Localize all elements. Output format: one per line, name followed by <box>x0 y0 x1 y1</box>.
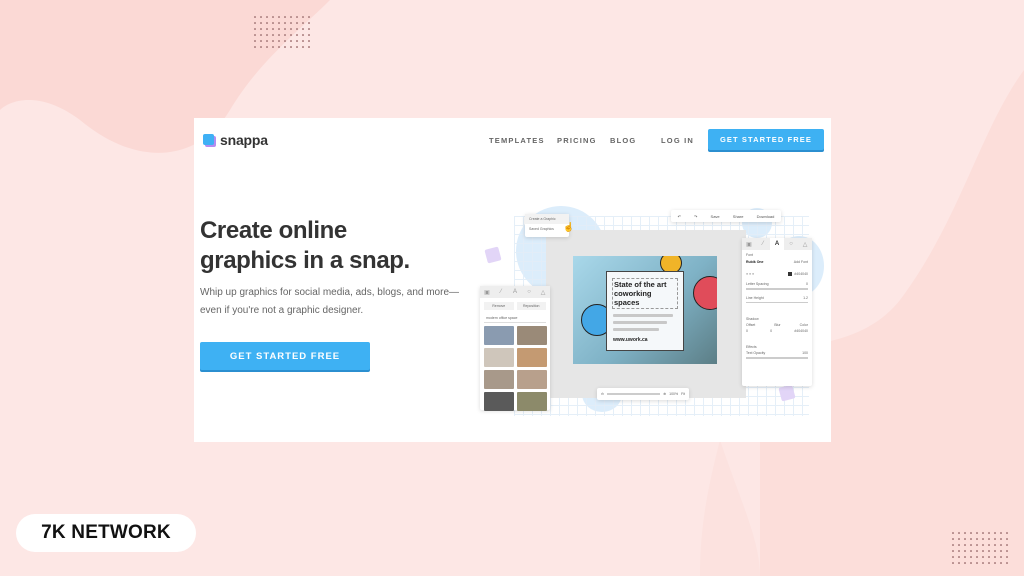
offset-label: Offset <box>746 323 756 327</box>
image-thumbnail[interactable] <box>484 326 514 345</box>
text-placeholder <box>613 321 667 324</box>
left-panel-tabs: ▣ ⁄ A ○ △ <box>480 286 550 298</box>
font-section-label: Font <box>746 253 754 257</box>
letter-spacing-value: 0 <box>806 282 808 286</box>
reposition-button[interactable]: Reposition <box>516 302 546 310</box>
download-button[interactable]: Download <box>757 214 775 219</box>
undo-icon[interactable]: ↶ <box>678 214 681 219</box>
nav-login[interactable]: LOG IN <box>661 136 694 145</box>
blur-stepper[interactable]: 0 <box>770 329 772 333</box>
zoom-in-icon[interactable]: ⊕ <box>663 392 666 396</box>
effects-section-label: Effects <box>746 345 757 349</box>
image-tab-icon[interactable]: ▣ <box>480 286 494 298</box>
image-grid <box>480 326 550 411</box>
offset-stepper[interactable]: 0 <box>746 329 748 333</box>
image-thumbnail[interactable] <box>517 348 547 367</box>
dot-pattern-bottom <box>952 532 1012 568</box>
image-thumbnail[interactable] <box>484 348 514 367</box>
shapes-tab-icon[interactable]: △ <box>798 238 812 250</box>
editor-illustration: State of the art coworking spaces www.uw… <box>474 206 824 436</box>
decor-dot-red <box>693 276 717 310</box>
graphic-preview: State of the art coworking spaces www.uw… <box>573 256 717 364</box>
hero-title-line2: graphics in a snap. <box>200 247 410 274</box>
hero-subtitle: Whip up graphics for social media, ads, … <box>200 287 460 316</box>
logo-text: snappa <box>220 132 268 148</box>
editor-toolbar: ↶ ↷ Save Share Download <box>671 210 781 222</box>
shadow-section-label: Shadow <box>746 317 759 321</box>
image-thumbnail[interactable] <box>517 326 547 345</box>
line-height-label: Line Height <box>746 295 764 300</box>
image-thumbnail[interactable] <box>484 370 514 389</box>
shapes-tab-icon[interactable]: △ <box>536 286 550 298</box>
text-opacity-label: Text Opacity <box>746 351 766 355</box>
left-panel: ▣ ⁄ A ○ △ Remove Reposition modern offic… <box>480 286 550 411</box>
letter-spacing-label: Letter Spacing <box>746 282 769 286</box>
text-tab-icon[interactable]: A <box>508 286 522 298</box>
text-placeholder <box>613 314 673 317</box>
logo-icon <box>203 133 216 147</box>
blur-label: Blur <box>774 323 781 327</box>
text-color-field[interactable]: #404040 <box>788 272 808 276</box>
decor-square <box>484 246 502 264</box>
text-tab-icon[interactable]: A <box>770 238 784 250</box>
dot-pattern-top <box>254 16 314 52</box>
color-swatch <box>788 272 793 276</box>
hero-title-line1: Create online <box>200 217 347 244</box>
line-height-slider[interactable] <box>746 301 808 303</box>
zoom-out-icon[interactable]: ⊖ <box>601 392 604 396</box>
cursor-hand-icon: ☝ <box>563 222 575 232</box>
zoom-value: 100% <box>669 392 679 396</box>
font-select[interactable]: Rubik One <box>746 260 764 264</box>
fit-button[interactable]: Fit <box>681 392 685 396</box>
brand-badge: 7K NETWORK <box>16 514 196 552</box>
shadow-color-label: Color <box>799 323 808 327</box>
image-tab-icon[interactable]: ▣ <box>742 238 756 250</box>
redo-icon[interactable]: ↷ <box>694 214 697 219</box>
get-started-nav-button[interactable]: GET STARTED FREE <box>708 129 824 150</box>
share-button[interactable]: Share <box>733 214 744 219</box>
align-controls[interactable]: ≡ ≡ ≡ <box>746 272 754 276</box>
emoji-tab-icon[interactable]: ○ <box>522 286 536 298</box>
graphic-card: State of the art coworking spaces www.uw… <box>606 271 684 351</box>
emoji-tab-icon[interactable]: ○ <box>784 238 798 250</box>
right-panel: ▣ ⁄ A ○ △ Font Rubik One Add Font ≡ ≡ ≡ … <box>742 238 812 386</box>
save-button[interactable]: Save <box>711 214 720 219</box>
zoom-slider[interactable] <box>606 393 661 395</box>
hero-title: Create online graphics in a snap. <box>200 216 410 276</box>
text-placeholder <box>613 328 659 331</box>
text-opacity-value: 100 <box>802 351 808 355</box>
image-thumbnail[interactable] <box>484 392 514 411</box>
nav-blog[interactable]: BLOG <box>610 136 636 145</box>
snappa-logo[interactable]: snappa <box>203 132 268 148</box>
line-height-value: 1.2 <box>803 295 808 300</box>
text-opacity-slider[interactable] <box>746 357 808 359</box>
nav-templates[interactable]: TEMPLATES <box>489 136 545 145</box>
graphic-url: www.uwork.ca <box>613 337 648 343</box>
shadow-color-field[interactable]: #404040 <box>794 329 808 333</box>
color-value: #404040 <box>794 272 808 276</box>
right-panel-tabs: ▣ ⁄ A ○ △ <box>742 238 812 250</box>
nav-pricing[interactable]: PRICING <box>557 136 597 145</box>
brush-tab-icon[interactable]: ⁄ <box>494 286 508 298</box>
image-thumbnail[interactable] <box>517 392 547 411</box>
brush-tab-icon[interactable]: ⁄ <box>756 238 770 250</box>
image-thumbnail[interactable] <box>517 370 547 389</box>
graphic-title[interactable]: State of the art coworking spaces <box>612 278 678 309</box>
zoom-bar: ⊖ ⊕ 100% Fit <box>597 388 689 400</box>
get-started-hero-button[interactable]: GET STARTED FREE <box>200 342 370 370</box>
add-font-button[interactable]: Add Font <box>794 260 808 264</box>
letter-spacing-slider[interactable] <box>746 288 808 290</box>
image-search-input[interactable]: modern office space <box>484 314 546 323</box>
website-screenshot: snappa TEMPLATES PRICING BLOG LOG IN GET… <box>194 118 831 442</box>
remove-button[interactable]: Remove <box>484 302 514 310</box>
